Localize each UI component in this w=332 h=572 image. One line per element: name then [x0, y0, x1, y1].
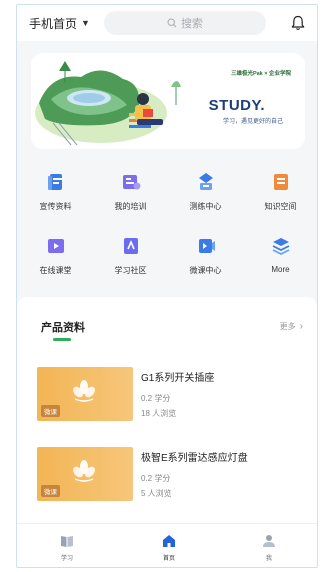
chevron-right-icon: › [299, 321, 303, 332]
product-credit: 0.2 学分 [141, 394, 171, 403]
knowledge-icon [273, 174, 288, 190]
banner-brand: 三雄极光Pak × 企业学院 [230, 71, 291, 77]
tab-me[interactable]: 我 [249, 534, 289, 562]
home-selector[interactable]: 手机首页 ▼ [29, 15, 90, 32]
product-views: 5 人浏览 [141, 489, 172, 498]
product-materials-section: 产品资料 更多 › 微课 G1系列开关插座 0.2 学分 18 人浏览 微课 极… [17, 297, 317, 523]
micro-course-tag: 微课 [41, 405, 60, 417]
banner-headline: STUDY. [208, 97, 265, 114]
banner-illustration [35, 61, 181, 146]
video-class-icon [47, 239, 64, 253]
layers-icon [272, 238, 289, 256]
home-icon [163, 535, 175, 547]
more-label: 更多 [279, 322, 296, 331]
menu-item-online-class[interactable]: 在线课堂 [18, 235, 93, 276]
menu-item-label: More [271, 265, 290, 274]
user-icon [263, 535, 275, 547]
menu-item-label: 我的培训 [114, 202, 147, 211]
menu-item-label: 学习社区 [114, 266, 147, 275]
app-frame: 手机首页 ▼ 搜索 三雄极光Pak × 企业学院 STUDY. 学习，遇见更好的… [16, 4, 318, 568]
section-title-underline [53, 338, 71, 341]
menu-item-micro-course-center[interactable]: 微课中心 [168, 235, 243, 276]
caret-down-icon: ▼ [81, 18, 90, 28]
tab-learn[interactable]: 学习 [47, 534, 87, 562]
section-title: 产品资料 [41, 322, 85, 334]
search-icon [167, 18, 177, 28]
product-credit: 0.2 学分 [141, 474, 171, 483]
menu-item-label: 微课中心 [189, 266, 222, 275]
tab-label: 学习 [60, 556, 73, 562]
training-icon [122, 175, 140, 190]
product-item[interactable]: 微课 G1系列开关插座 0.2 学分 18 人浏览 [37, 367, 307, 431]
notification-bell-icon[interactable] [291, 15, 305, 31]
product-item[interactable]: 微课 极智E系列雷达感应灯盘 0.2 学分 5 人浏览 [37, 447, 307, 511]
menu-item-learning-community[interactable]: 学习社区 [93, 235, 168, 276]
menu-item-label: 宣传资料 [39, 202, 72, 211]
more-link[interactable]: 更多 › [280, 321, 303, 332]
search-placeholder: 搜索 [180, 18, 203, 30]
product-thumbnail: 微课 [37, 367, 133, 421]
promo-banner[interactable]: 三雄极光Pak × 企业学院 STUDY. 学习，遇见更好的自己 [31, 53, 305, 149]
brochure-icon [47, 174, 62, 190]
menu-item-more[interactable]: More [243, 235, 317, 274]
menu-item-label: 测练中心 [189, 202, 222, 211]
tab-label: 我 [265, 556, 272, 562]
bottom-tab-bar: 学习 首页 我 [17, 523, 317, 567]
product-title: 极智E系列雷达感应灯盘 [141, 453, 248, 464]
menu-item-label: 知识空间 [264, 202, 297, 211]
banner-subline: 学习，遇见更好的自己 [222, 119, 283, 125]
menu-item-practice-center[interactable]: 测练中心 [168, 171, 243, 212]
menu-item-label: 在线课堂 [39, 266, 72, 275]
menu-item-knowledge-space[interactable]: 知识空间 [243, 171, 317, 212]
top-bar: 手机首页 ▼ 搜索 [17, 5, 317, 41]
product-views: 18 人浏览 [141, 409, 177, 418]
feature-grid: 宣传资料 我的培训 测练中心 知识空间 在线课堂 学习社区 微课中心 More [17, 165, 317, 291]
product-thumbnail: 微课 [37, 447, 133, 501]
product-title: G1系列开关插座 [141, 373, 215, 384]
community-icon [123, 238, 138, 254]
flower-logo-icon [73, 460, 95, 482]
tab-home[interactable]: 首页 [149, 534, 189, 562]
flower-logo-icon [73, 380, 95, 402]
tab-label: 首页 [162, 556, 175, 562]
book-icon [61, 536, 73, 547]
home-selector-label: 手机首页 [29, 16, 78, 31]
micro-course-icon [198, 239, 215, 253]
menu-item-brochures[interactable]: 宣传资料 [18, 171, 93, 212]
search-input[interactable]: 搜索 [103, 11, 266, 35]
practice-icon [198, 173, 213, 190]
menu-item-my-training[interactable]: 我的培训 [93, 171, 168, 212]
micro-course-tag: 微课 [41, 485, 60, 497]
